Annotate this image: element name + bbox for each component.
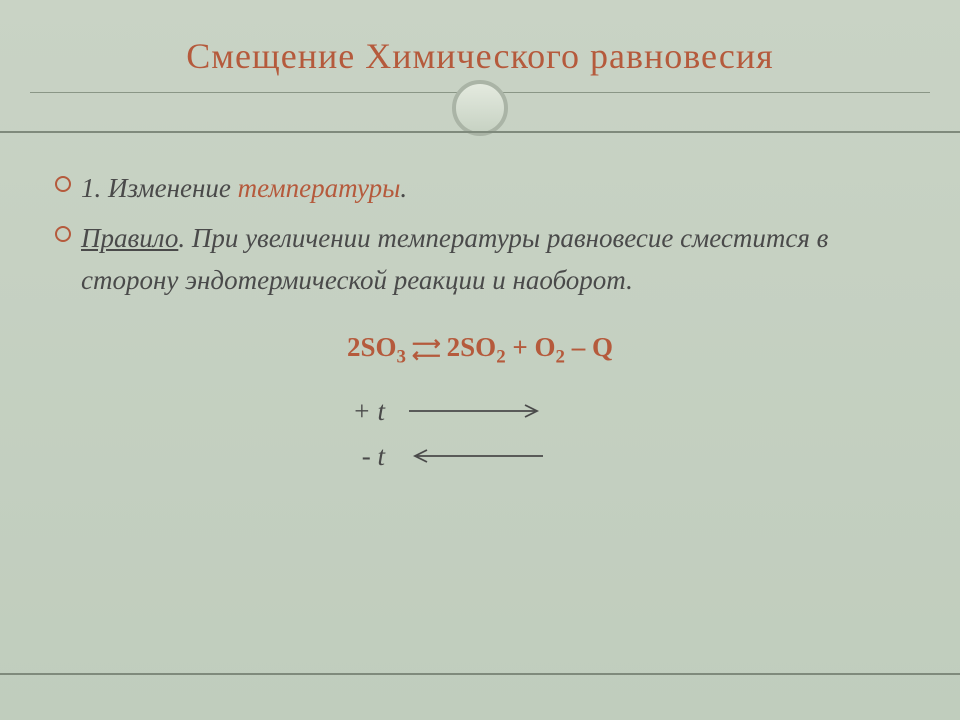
eq-right: 2SO2 + O2 – Q	[447, 332, 613, 368]
content-area: 1. Изменение температуры. Правило. При у…	[0, 131, 960, 675]
equation-block: 2SO3 ⟶ ⟵ 2SO2 + O2 – Q	[55, 332, 905, 368]
page-title: Смещение Химического равновесия	[0, 0, 960, 92]
bullet-2-text: Правило. При увеличении температуры равн…	[81, 218, 905, 302]
slide: Смещение Химического равновесия 1. Измен…	[0, 0, 960, 720]
divider-circle-decoration	[452, 80, 508, 136]
temp-plus-row: + t	[345, 396, 905, 427]
bullet-item-2: Правило. При увеличении температуры равн…	[55, 218, 905, 302]
arrow-right-icon	[407, 402, 547, 420]
bullet-1-suffix: .	[400, 173, 407, 203]
temp-plus-label: + t	[345, 396, 385, 427]
bullet-item-1: 1. Изменение температуры.	[55, 168, 905, 210]
temperature-block: + t - t	[345, 396, 905, 472]
bullet-2-rule-text: . При увеличении температуры равновесие …	[81, 223, 828, 295]
equilibrium-arrows-icon: ⟶ ⟵	[412, 338, 441, 362]
eq-left: 2SO3	[347, 332, 406, 368]
temp-minus-row: - t	[345, 441, 905, 472]
bullet-icon	[55, 176, 71, 192]
bullet-1-text: 1. Изменение температуры.	[81, 168, 407, 210]
arrow-left-icon	[407, 447, 547, 465]
bullet-1-highlight: температуры	[238, 173, 401, 203]
bullet-2-rule-label: Правило	[81, 223, 178, 253]
temp-minus-label: - t	[345, 441, 385, 472]
bullet-1-prefix: 1. Изменение	[81, 173, 238, 203]
chemical-equation: 2SO3 ⟶ ⟵ 2SO2 + O2 – Q	[347, 332, 613, 368]
bullet-icon	[55, 226, 71, 242]
